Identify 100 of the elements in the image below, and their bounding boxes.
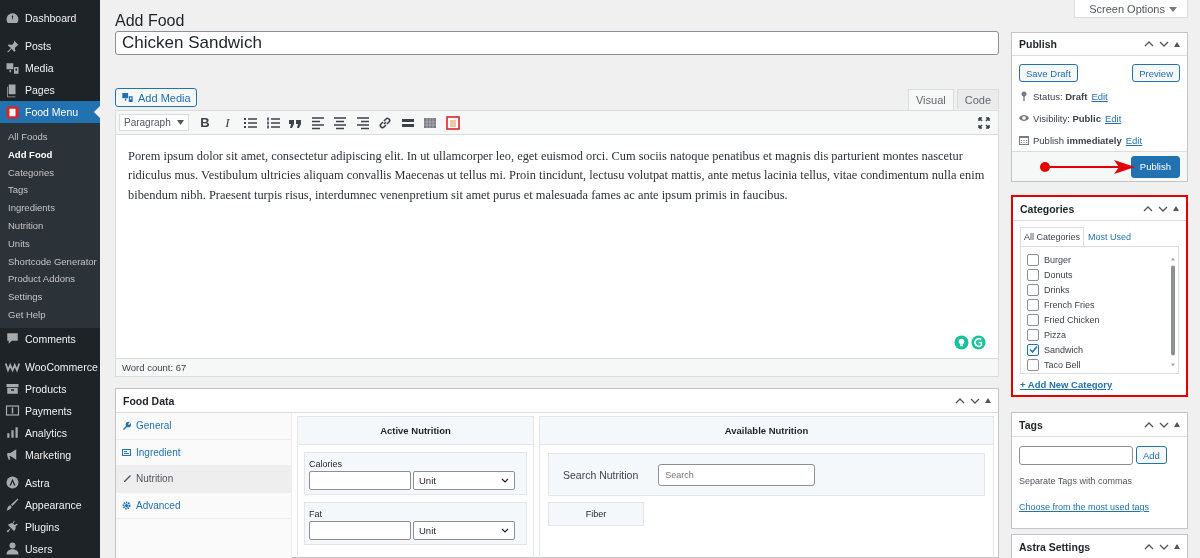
add-category-link[interactable]: + Add New Category (1020, 379, 1113, 390)
edit-link[interactable]: Edit (1091, 90, 1108, 102)
field-label: Fat (309, 509, 323, 519)
checkbox[interactable] (1027, 298, 1039, 311)
sidebar-item[interactable]: Plugins (0, 515, 100, 538)
editor-content-area[interactable] (115, 135, 999, 359)
category-tab[interactable]: Most Used (1084, 227, 1136, 246)
calendar-icon (1019, 135, 1029, 146)
checkbox[interactable] (1027, 328, 1039, 341)
food-data-tab[interactable]: General (116, 413, 291, 440)
publish-setting: Publish immediately (1033, 134, 1122, 146)
submenu-item[interactable]: Product Addons (0, 270, 100, 289)
sidebar-item[interactable]: Analytics (0, 421, 100, 444)
preview-button[interactable]: Preview (1132, 64, 1180, 83)
caret-icon (177, 120, 184, 125)
sidebar-item[interactable]: Media (0, 57, 100, 79)
publish-setting: Visibility: Public (1033, 112, 1101, 124)
bar-chart-icon (5, 425, 20, 441)
column-header: Active Nutrition (298, 417, 533, 445)
edit-link[interactable]: Edit (1125, 134, 1143, 146)
most-used-tags-link[interactable]: Choose from the most used tags (1019, 502, 1150, 512)
chevron-up-icon (1143, 204, 1153, 213)
sidebar-item[interactable]: WooCommerce (0, 355, 100, 378)
submenu-item[interactable]: Tags (0, 181, 100, 200)
field-label: Calories (309, 459, 343, 469)
edit-link[interactable]: Edit (1104, 112, 1122, 124)
submenu-item[interactable]: Settings (0, 288, 100, 306)
id-card-icon (122, 447, 131, 457)
fullscreen-icon (978, 116, 990, 129)
chevron-down-icon (1159, 40, 1169, 49)
sidebar-item[interactable]: Pages (0, 79, 100, 101)
word-count: Word count: 67 (115, 359, 999, 377)
column-header: Available Nutrition (540, 417, 993, 445)
chevron-down-icon (970, 396, 980, 405)
paintbrush-icon (5, 497, 20, 513)
submenu-item[interactable]: Get Help (0, 305, 100, 324)
sidebar-item[interactable]: Dashboard (0, 7, 100, 29)
align-left-icon (310, 115, 325, 130)
bold-button[interactable]: B (197, 114, 213, 131)
search-field[interactable]: Search (658, 463, 816, 486)
category-label: Sandwich (1044, 344, 1084, 355)
category-tab[interactable]: All Categories (1020, 227, 1085, 246)
food-data-tab[interactable]: Advanced (116, 492, 291, 519)
submenu-item[interactable]: Units (0, 234, 100, 253)
align-center-icon (333, 115, 347, 130)
food-menu-icon (5, 104, 20, 120)
checkbox[interactable] (1027, 313, 1039, 326)
screen-options-button[interactable]: Screen Options (1074, 0, 1188, 18)
unit-select[interactable]: Unit (413, 471, 515, 490)
chevron-down-icon (1158, 204, 1168, 213)
sidebar-item[interactable]: Appearance (0, 493, 100, 516)
publish-button[interactable]: Publish (1130, 155, 1180, 178)
triangle-icon (985, 398, 991, 403)
chevron-down-icon (1159, 542, 1169, 551)
submenu-item[interactable]: Nutrition (0, 217, 100, 235)
add-media-button[interactable]: Add Media (115, 88, 197, 107)
sidebar-item[interactable]: Astra (0, 471, 100, 494)
food-menu-icon (445, 115, 460, 130)
link-icon (378, 115, 392, 130)
italic-button[interactable]: I (219, 114, 236, 131)
search-label: Search Nutrition (563, 468, 639, 481)
checkbox[interactable] (1027, 358, 1039, 371)
food-data-tab[interactable]: Nutrition (116, 466, 291, 493)
body-paragraph: Porem ipsum dolor sit amet, consectetur adipiscing elit. In ut ullamcorper leo, eget euismod orci. Cum sociis natoque penatibus et magnis dis parturient montes nascetur ridiculus mus. Vestibulum ultricies aliquam convallis Maecenas ut tellus mi. Proin tincidunt, lectusu volutpat mattis, ante metus lacinia tellus, vitae condimentum nulla enim bibendum nibh. Praesent turpis risus, interdumnec venenpretium sit amet purus et malesuada fames ac ante ipsum primis in faucibus. (128, 148, 986, 204)
sidebar-item[interactable]: Food Menu (0, 101, 100, 123)
nutrition-chip[interactable]: Fiber (548, 502, 644, 526)
chevron-down-icon (501, 478, 509, 483)
toolbar-toggle-icon (423, 115, 437, 130)
checkbox[interactable] (1027, 268, 1039, 281)
sidebar-item[interactable]: Comments (0, 327, 100, 350)
align-right-icon (355, 115, 370, 130)
format-select[interactable]: Paragraph (119, 114, 189, 131)
value-field[interactable] (309, 471, 411, 490)
unit-select[interactable]: Unit (413, 521, 515, 540)
add-tag-button[interactable]: Add (1136, 446, 1167, 464)
sidebar-item[interactable]: Products (0, 377, 100, 400)
editor-tab[interactable]: Code (956, 89, 999, 109)
category-label: Pizza (1044, 329, 1066, 340)
gauge-icon (5, 10, 20, 26)
submenu-item[interactable]: Ingredients (0, 199, 100, 217)
submenu-item[interactable]: Add Food (0, 145, 100, 164)
sidebar-item[interactable]: Marketing (0, 443, 100, 466)
save-draft-button[interactable]: Save Draft (1019, 64, 1078, 83)
sidebar-item[interactable]: Payments (0, 399, 100, 422)
editor-tab[interactable]: Visual (907, 89, 954, 110)
pen-icon (122, 474, 131, 484)
title-field[interactable]: Chicken Sandwich (115, 31, 999, 55)
submenu-item[interactable]: All Foods (0, 128, 100, 146)
checkbox[interactable] (1027, 253, 1039, 266)
value-field[interactable] (309, 521, 411, 540)
category-label: Fried Chicken (1044, 314, 1100, 325)
checkbox[interactable] (1027, 283, 1039, 296)
sidebar-item[interactable]: Users (0, 537, 100, 558)
media-icon (121, 91, 134, 104)
submenu-item[interactable]: Shortcode Generator (0, 252, 100, 271)
tag-input-field[interactable] (1019, 446, 1133, 465)
sidebar-item[interactable]: Posts (0, 35, 100, 57)
triangle-icon (1173, 206, 1179, 211)
submenu-item[interactable]: Categories (0, 163, 100, 182)
checkbox[interactable] (1027, 343, 1039, 356)
